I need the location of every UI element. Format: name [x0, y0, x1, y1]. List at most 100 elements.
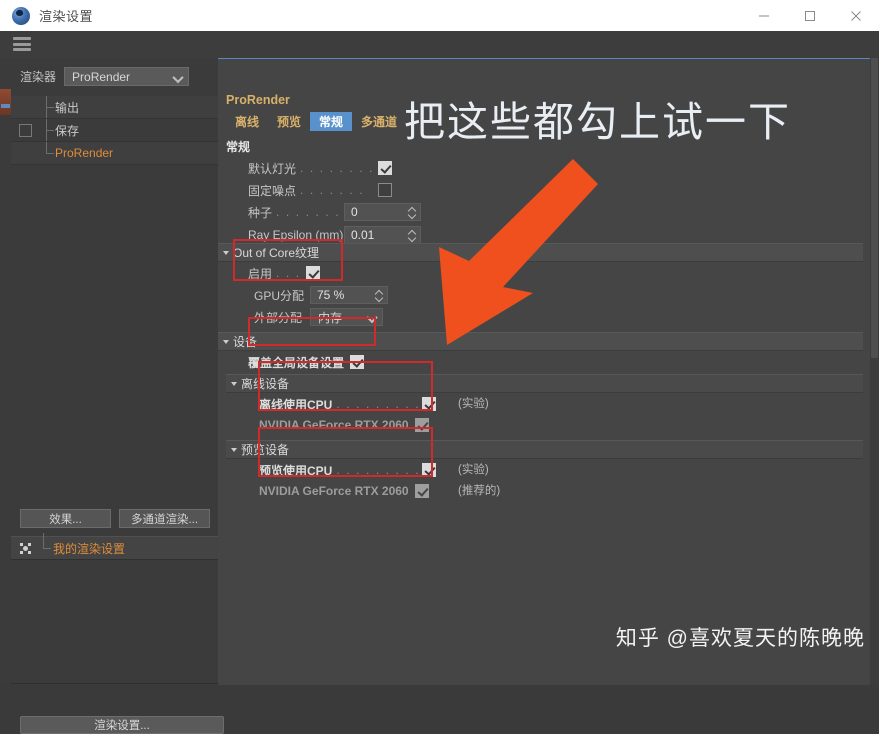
subgroup-preview-devices[interactable]: 预览设备 — [226, 440, 863, 459]
chevron-down-icon — [368, 313, 376, 321]
default-light-checkbox[interactable] — [378, 161, 393, 175]
out-of-core-enable-checkbox[interactable] — [306, 266, 321, 280]
content-top-accent — [218, 58, 879, 59]
left-panel-buttons: 效果... 多通道渲染... — [20, 509, 210, 528]
row-out-of-core-enable: 启用 . . . — [248, 264, 321, 282]
tree-branch-line — [39, 119, 55, 141]
menu-strip — [0, 31, 879, 59]
panel-divider — [11, 683, 229, 684]
tree-item-output[interactable]: 输出 — [11, 96, 218, 119]
row-gpu-allocation: GPU分配 — [254, 286, 304, 304]
subgroup-label: 离线设备 — [241, 377, 290, 391]
preview-cpu-label: 预览使用CPU — [259, 463, 333, 478]
seed-value: 0 — [351, 205, 358, 219]
render-setting-icon — [20, 542, 31, 554]
seed-input[interactable]: 0 — [344, 203, 421, 221]
close-icon[interactable] — [833, 0, 879, 31]
row-external-allocation: 外部分配 — [254, 308, 302, 326]
leader-dots: . . . . . . . . . . — [336, 397, 418, 411]
offline-cpu-note: (实验) — [458, 398, 489, 410]
ray-epsilon-label: Ray Epsilon (mm) — [248, 228, 344, 242]
fixed-noise-checkbox[interactable] — [378, 183, 393, 197]
tree-item-label: 保存 — [55, 123, 80, 138]
row-default-light: 默认灯光 . . . . . . . . — [248, 159, 393, 177]
hamburger-menu-icon[interactable] — [13, 37, 31, 51]
left-panel: 渲染器 ProRender 输出 保存 ProRender 效果... 多通道渲… — [11, 58, 229, 734]
my-render-setting-label: 我的渲染设置 — [53, 541, 126, 556]
tab-offline[interactable]: 离线 — [226, 112, 268, 131]
offline-gpu-label: NVIDIA GeForce RTX 2060 — [259, 418, 409, 432]
external-allocation-select[interactable]: 内存 — [310, 308, 383, 326]
offline-cpu-checkbox[interactable] — [422, 397, 437, 411]
multipass-render-button[interactable]: 多通道渲染... — [119, 509, 210, 528]
fixed-noise-label: 固定噪点 — [248, 183, 297, 198]
row-override-global-device: 覆盖全局设备设置 — [248, 353, 365, 371]
watermark: 知乎 @喜欢夏天的陈晚晚 — [615, 627, 865, 650]
triangle-expanded-icon — [231, 447, 237, 452]
rail-thumbnail-icon — [0, 89, 11, 115]
renderer-row: 渲染器 ProRender — [20, 67, 190, 86]
row-preview-gpu: NVIDIA GeForce RTX 2060 — [259, 482, 429, 500]
content-panel: ProRender 离线 预览 常规 多通道 常规 默认灯光 . . . . .… — [218, 58, 879, 685]
row-offline-gpu: NVIDIA GeForce RTX 2060 — [259, 416, 429, 434]
default-light-label: 默认灯光 — [248, 161, 297, 176]
renderer-value: ProRender — [72, 69, 131, 84]
tab-general[interactable]: 常规 — [310, 112, 353, 131]
tree-checkbox-slot — [11, 123, 39, 137]
triangle-expanded-icon — [223, 250, 229, 255]
window-titlebar: 渲染设置 — [0, 0, 879, 32]
leader-dots: . . . . . . . . . . — [336, 463, 418, 477]
preview-cpu-note: (实验) — [458, 464, 489, 476]
tree-item-save[interactable]: 保存 — [11, 119, 218, 142]
tab-multipass[interactable]: 多通道 — [352, 112, 406, 131]
content-title: ProRender — [226, 93, 290, 107]
spinner-icon[interactable] — [375, 289, 383, 302]
row-fixed-noise: 固定噪点 . . . . . . . — [248, 181, 393, 199]
leader-dots: . . . . . . . — [300, 183, 365, 197]
gpu-allocation-label: GPU分配 — [254, 288, 305, 303]
offline-gpu-checkbox[interactable] — [414, 418, 429, 432]
row-ray-epsilon: Ray Epsilon (mm) — [248, 226, 343, 244]
gpu-allocation-value: 75 % — [317, 288, 345, 302]
offline-cpu-label: 离线使用CPU — [259, 397, 333, 412]
subgroup-offline-devices[interactable]: 离线设备 — [226, 374, 863, 393]
preview-gpu-label: NVIDIA GeForce RTX 2060 — [259, 484, 409, 498]
spinner-icon[interactable] — [408, 206, 416, 219]
out-of-core-enable-label: 启用 — [248, 266, 273, 281]
renderer-label: 渲染器 — [20, 70, 57, 84]
external-allocation-label: 外部分配 — [254, 310, 303, 325]
settings-tree: 输出 保存 ProRender — [11, 96, 218, 165]
effects-button[interactable]: 效果... — [20, 509, 111, 528]
save-checkbox[interactable] — [18, 123, 32, 137]
cinema4d-icon — [12, 6, 30, 25]
leader-dots: . . . — [276, 266, 301, 280]
tree-branch-line — [39, 142, 55, 164]
row-preview-cpu: 预览使用CPU . . . . . . . . . . — [259, 461, 437, 479]
tree-branch-line — [39, 96, 55, 118]
triangle-expanded-icon — [223, 339, 229, 344]
spinner-icon[interactable] — [408, 229, 416, 242]
override-global-device-checkbox[interactable] — [350, 355, 365, 369]
preview-cpu-checkbox[interactable] — [422, 463, 437, 477]
override-global-device-label: 覆盖全局设备设置 — [248, 355, 345, 370]
window-controls — [741, 0, 879, 31]
tree-item-prorender[interactable]: ProRender — [11, 142, 218, 165]
maximize-icon[interactable] — [787, 0, 833, 31]
renderer-select[interactable]: ProRender — [64, 67, 190, 86]
annotation-arrow-icon — [439, 159, 598, 345]
tab-preview[interactable]: 预览 — [268, 112, 310, 131]
scrollbar-thumb[interactable] — [871, 58, 878, 358]
external-allocation-value: 内存 — [318, 310, 343, 325]
preview-gpu-note: (推荐的) — [458, 485, 501, 497]
ray-epsilon-input[interactable]: 0.01 — [344, 226, 421, 244]
content-tabs: 离线 预览 常规 多通道 — [226, 112, 406, 131]
triangle-expanded-icon — [231, 381, 237, 386]
content-scrollbar[interactable] — [870, 58, 879, 685]
render-settings-button[interactable]: 渲染设置... — [20, 716, 224, 734]
render-settings-window: 渲染设置 渲染器 ProRender 输出 保存 ProRender 效果...… — [0, 0, 879, 734]
preview-gpu-checkbox[interactable] — [414, 484, 429, 498]
gpu-allocation-input[interactable]: 75 % — [310, 286, 388, 304]
leader-dots: . . . . . . . . — [300, 161, 375, 175]
my-render-setting-row[interactable]: 我的渲染设置 — [11, 533, 218, 560]
minimize-icon[interactable] — [741, 0, 787, 31]
